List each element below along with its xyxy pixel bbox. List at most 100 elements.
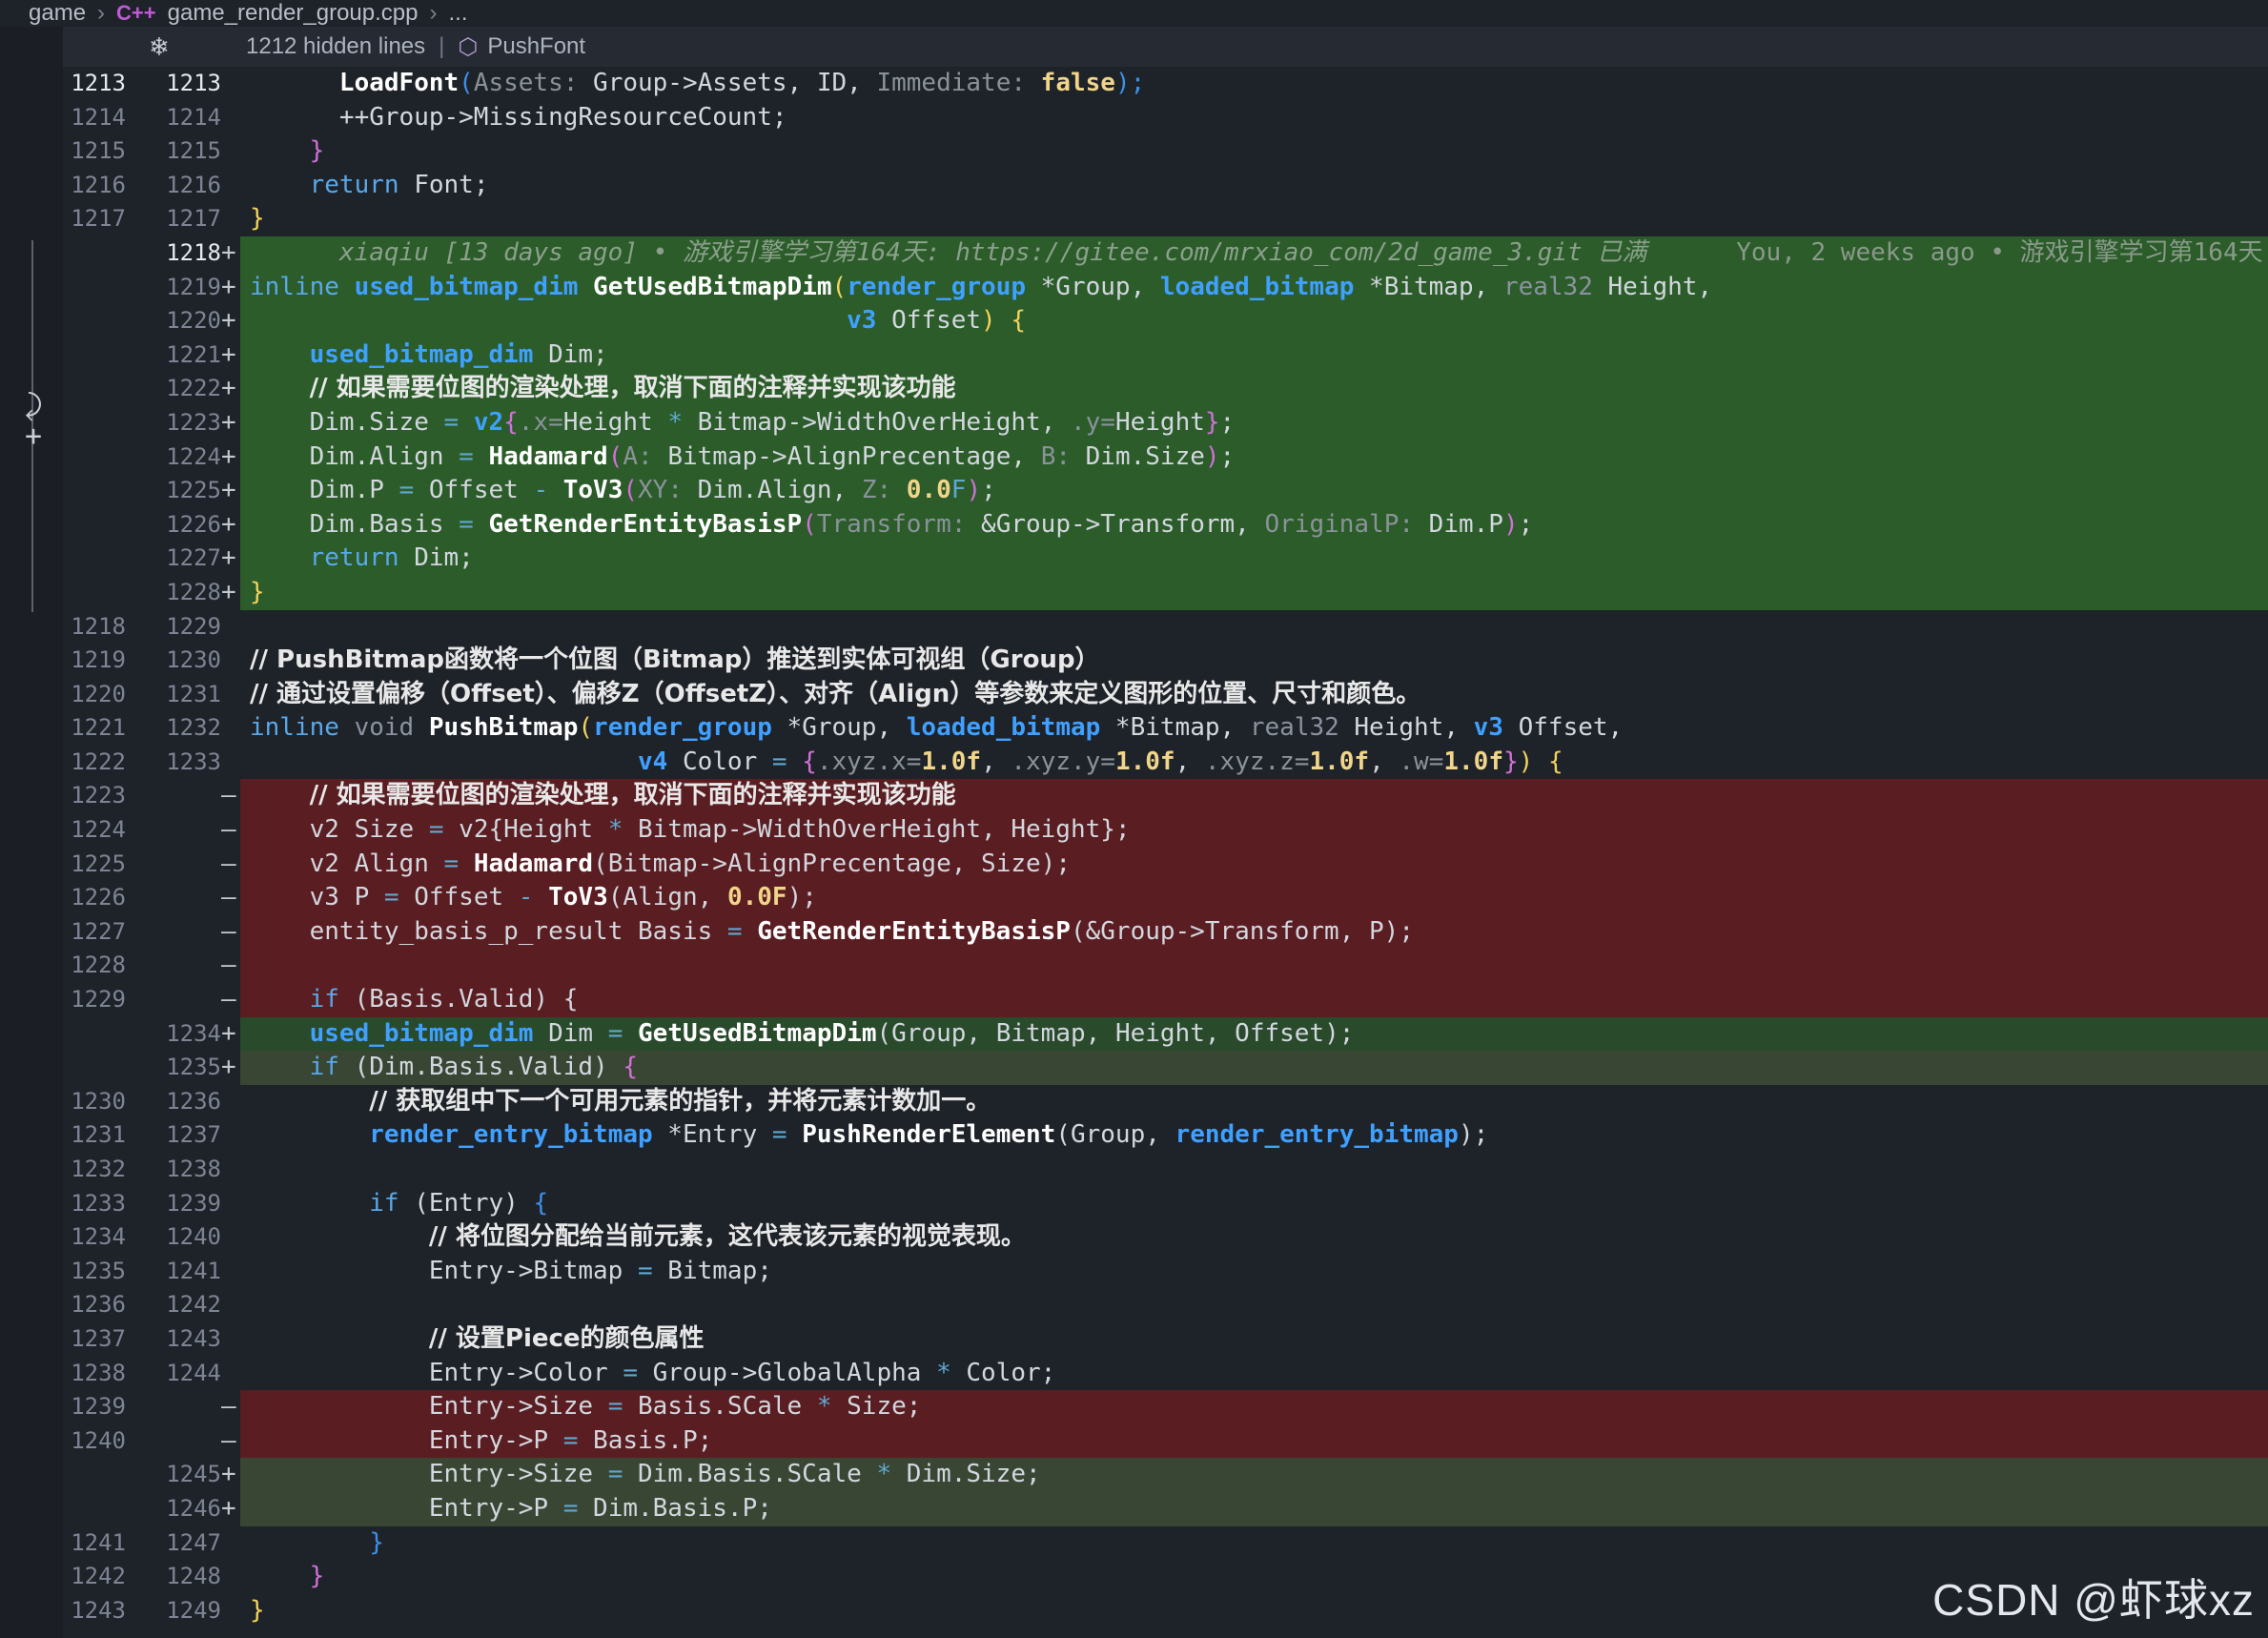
code-line-removed[interactable]: 1224 — v2 Size = v2{Height * Bitmap->Wid… [63, 813, 2268, 848]
code-line-added[interactable]: 1246 + Entry->P = Dim.Basis.P; [63, 1491, 2268, 1526]
new-line-number: 1226 [166, 510, 221, 538]
code-line-added[interactable]: 1219 + inline used_bitmap_dim GetUsedBit… [63, 270, 2268, 305]
code-line-added[interactable]: 1226 + Dim.Basis = GetRenderEntityBasisP… [63, 507, 2268, 543]
code-line[interactable]: 1235 1241 Entry->Bitmap = Bitmap; [63, 1255, 2268, 1289]
code-line-added[interactable]: 1234 + used_bitmap_dim Dim = GetUsedBitm… [63, 1016, 2268, 1052]
code-line-added[interactable]: 1225 + Dim.P = Offset - ToV3(XY: Dim.Ali… [63, 474, 2268, 508]
diff-marker: + [221, 1460, 236, 1489]
code-line[interactable]: 1218 1229 [63, 610, 2268, 645]
code-line[interactable]: 1232 1238 [63, 1153, 2268, 1187]
code-line-added[interactable]: 1218 + xiaqiu [13 days ago] • 游戏引擎学习第164… [63, 235, 2268, 271]
code-line-removed[interactable]: 1226 — v3 P = Offset - ToV3(Align, 0.0F)… [63, 881, 2268, 915]
code-line[interactable]: 1238 1244 Entry->Color = Group->GlobalAl… [63, 1357, 2268, 1391]
new-line-number: 1219 [166, 273, 221, 300]
diff-marker: — [221, 916, 236, 946]
breadcrumb-file[interactable]: game_render_group.cpp [168, 2, 419, 25]
code-text: if (Basis.Valid) { [309, 985, 579, 1014]
diff-marker: + [221, 509, 236, 539]
diff-marker: + [221, 237, 236, 267]
hidden-lines-count[interactable]: 1212 hidden lines [246, 33, 425, 60]
new-line-number: 1230 [166, 646, 221, 674]
code-line[interactable]: 1221 1232 inline void PushBitmap(render_… [63, 711, 2268, 746]
diff-marker: + [221, 407, 236, 437]
chevron-right-icon: › [97, 0, 106, 26]
code-line[interactable]: 1231 1237 render_entry_bitmap *Entry = P… [63, 1118, 2268, 1153]
new-line-number: 1229 [166, 612, 221, 640]
old-line-number: 1219 [71, 646, 126, 674]
code-line-added[interactable]: 1228 + } [63, 575, 2268, 610]
diff-marker: + [221, 306, 236, 336]
old-line-number: 1236 [71, 1291, 126, 1319]
old-line-number: 1232 [71, 1156, 126, 1182]
breadcrumb-tail[interactable]: ... [449, 2, 468, 25]
hidden-lines-bar[interactable]: ❄ 1212 hidden lines | ⬡ PushFont [63, 27, 2268, 67]
diff-marker: — [221, 1392, 236, 1422]
old-line-number: 1225 [71, 850, 126, 877]
code-line[interactable]: 1230 1236 // 获取组中下一个可用元素的指针，并将元素计数加一。 [63, 1085, 2268, 1119]
code-line-removed[interactable]: 1227 — entity_basis_p_result Basis = Get… [63, 914, 2268, 950]
code-line[interactable]: 1236 1242 [63, 1288, 2268, 1322]
code-line-added[interactable]: 1221 + used_bitmap_dim Dim; [63, 338, 2268, 373]
code-line-added[interactable]: 1223 + Dim.Size = v2{.x=Height * Bitmap-… [63, 405, 2268, 440]
code-line[interactable]: 1216 1216 return Font; [63, 169, 2268, 203]
code-line[interactable]: 1215 1215 } [63, 134, 2268, 169]
code-line-added[interactable]: 1245 + Entry->Size = Dim.Basis.SCale * D… [63, 1458, 2268, 1492]
breadcrumb-folder[interactable]: game [29, 2, 86, 25]
new-line-number: 1238 [166, 1156, 221, 1182]
code-text: LoadFont(Assets: Group->Assets, ID, Imme… [338, 69, 1146, 97]
code-line-removed[interactable]: 1240 — Entry->P = Basis.P; [63, 1423, 2268, 1459]
old-line-number: 1237 [71, 1324, 126, 1352]
old-line-number: 1221 [71, 714, 126, 742]
new-line-number: 1239 [166, 1189, 221, 1217]
code-line-removed[interactable]: 1239 — Entry->Size = Basis.SCale * Size; [63, 1390, 2268, 1424]
symbol-method-icon: ⬡ [458, 33, 479, 60]
old-line-number: 1218 [71, 612, 126, 640]
diff-marker: + [221, 374, 236, 403]
diff-marker: + [221, 476, 236, 505]
code-line[interactable]: 1237 1243 // 设置Piece的颜色属性 [63, 1322, 2268, 1357]
code-line-removed[interactable]: 1223 — // 如果需要位图的渲染处理，取消下面的注释并实现该功能 [63, 779, 2268, 814]
diff-marker: + [221, 1053, 236, 1082]
code-line[interactable]: 1241 1247 } [63, 1526, 2268, 1561]
old-line-number: 1217 [71, 205, 126, 233]
old-line-number: 1227 [71, 917, 126, 945]
new-line-number: 1232 [166, 714, 221, 742]
code-line-added[interactable]: 1235 + if (Dim.Basis.Valid) { [63, 1051, 2268, 1085]
csdn-watermark: CSDN @虾球xz [1932, 1575, 2255, 1625]
code-line[interactable]: 1214 1214 ++Group->MissingResourceCount; [63, 101, 2268, 135]
old-line-number: 1226 [71, 884, 126, 911]
code-line[interactable]: 1222 1233 v4 Color = {.xyz.x=1.0f, .xyz.… [63, 746, 2268, 780]
code-line[interactable]: 1233 1239 if (Entry) { [63, 1187, 2268, 1221]
code-line[interactable]: 1234 1240 // 将位图分配给当前元素，这代表该元素的视觉表现。 [63, 1220, 2268, 1255]
new-line-number: 1228 [166, 578, 221, 605]
code-line-removed[interactable]: 1225 — v2 Align = Hadamard(Bitmap->Align… [63, 847, 2268, 882]
code-line-added[interactable]: 1220 + v3 Offset) { [63, 304, 2268, 338]
hidden-symbol-name[interactable]: PushFont [487, 33, 585, 60]
old-line-number: 1220 [71, 680, 126, 707]
diff-marker: + [221, 272, 236, 301]
old-line-number: 1223 [71, 782, 126, 809]
code-text: Dim.Size = v2{.x=Height * Bitmap->WidthO… [309, 407, 1236, 437]
code-text: // 通过设置偏移（Offset）、偏移Z（OffsetZ）、对齐（Align）… [250, 679, 1421, 708]
code-text: if (Entry) { [369, 1188, 549, 1218]
code-line-added[interactable]: 1222 + // 如果需要位图的渲染处理，取消下面的注释并实现该功能 [63, 372, 2268, 406]
code-line-added[interactable]: 1224 + Dim.Align = Hadamard(A: Bitmap->A… [63, 440, 2268, 475]
code-line-added[interactable]: 1227 + return Dim; [63, 542, 2268, 576]
revert-change-icon[interactable]: ⤸ + [17, 391, 50, 452]
code-line[interactable]: 1220 1231 // 通过设置偏移（Offset）、偏移Z（OffsetZ）… [63, 678, 2268, 712]
expand-unchanged-icon[interactable]: ❄ [149, 32, 206, 62]
code-line-removed[interactable]: 1229 — if (Basis.Valid) { [63, 983, 2268, 1017]
code-line[interactable]: 1213 1213 LoadFont(Assets: Group->Assets… [63, 67, 2268, 101]
diff-marker: + [221, 543, 236, 573]
code-area[interactable]: 1213 1213 LoadFont(Assets: Group->Assets… [63, 67, 2268, 1628]
code-text: } [369, 1527, 384, 1557]
new-line-number: 1233 [166, 747, 221, 775]
new-line-number: 1245 [166, 1461, 221, 1488]
code-line[interactable]: 1217 1217 } [63, 202, 2268, 236]
new-line-number: 1241 [166, 1257, 221, 1284]
code-text: Dim.Align = Hadamard(A: Bitmap->AlignPre… [309, 441, 1236, 471]
code-line[interactable]: 1219 1230 // PushBitmap函数将一个位图（Bitmap）推送… [63, 644, 2268, 678]
code-text: // 获取组中下一个可用元素的指针，并将元素计数加一。 [369, 1086, 991, 1116]
code-line-removed[interactable]: 1228 — [63, 949, 2268, 984]
new-line-number: 1242 [166, 1291, 221, 1319]
